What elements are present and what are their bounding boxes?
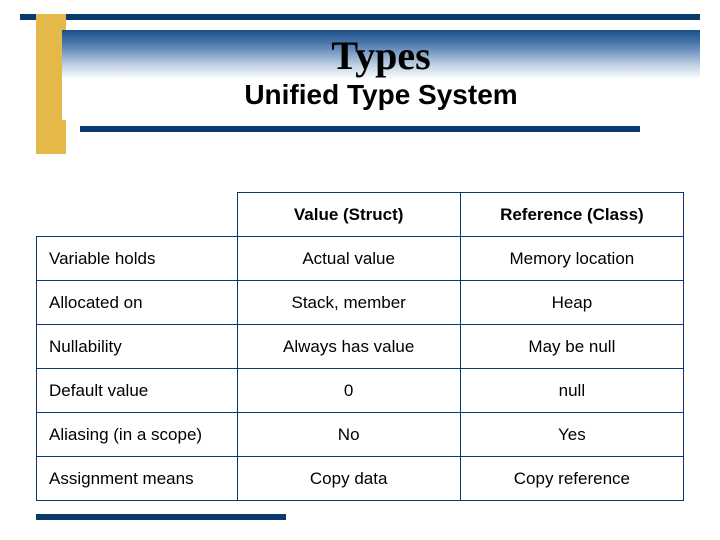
cell: Actual value	[237, 237, 460, 281]
comparison-table: Value (Struct) Reference (Class) Variabl…	[36, 192, 684, 501]
table-row: Variable holds Actual value Memory locat…	[37, 237, 684, 281]
table-corner-cell	[37, 193, 238, 237]
title-underline	[80, 126, 640, 132]
row-label: Allocated on	[37, 281, 238, 325]
table-row: Default value 0 null	[37, 369, 684, 413]
cell: Heap	[460, 281, 683, 325]
cell: Memory location	[460, 237, 683, 281]
column-header-value: Value (Struct)	[237, 193, 460, 237]
table-row: Allocated on Stack, member Heap	[37, 281, 684, 325]
row-label: Aliasing (in a scope)	[37, 413, 238, 457]
row-label: Variable holds	[37, 237, 238, 281]
table-row: Aliasing (in a scope) No Yes	[37, 413, 684, 457]
comparison-table-wrap: Value (Struct) Reference (Class) Variabl…	[36, 192, 684, 501]
cell: May be null	[460, 325, 683, 369]
slide-title: Types	[62, 32, 700, 79]
row-label: Default value	[37, 369, 238, 413]
cell: Copy data	[237, 457, 460, 501]
table-header-row: Value (Struct) Reference (Class)	[37, 193, 684, 237]
cell: Copy reference	[460, 457, 683, 501]
slide-subtitle: Unified Type System	[62, 79, 700, 111]
table-row: Nullability Always has value May be null	[37, 325, 684, 369]
cell: Yes	[460, 413, 683, 457]
cell: 0	[237, 369, 460, 413]
cell: No	[237, 413, 460, 457]
cell: Stack, member	[237, 281, 460, 325]
title-band: Types Unified Type System	[62, 30, 700, 120]
column-header-reference: Reference (Class)	[460, 193, 683, 237]
row-label: Nullability	[37, 325, 238, 369]
cell: Always has value	[237, 325, 460, 369]
table-row: Assignment means Copy data Copy referenc…	[37, 457, 684, 501]
cell: null	[460, 369, 683, 413]
top-rule	[20, 14, 700, 20]
row-label: Assignment means	[37, 457, 238, 501]
bottom-rule	[36, 514, 286, 520]
